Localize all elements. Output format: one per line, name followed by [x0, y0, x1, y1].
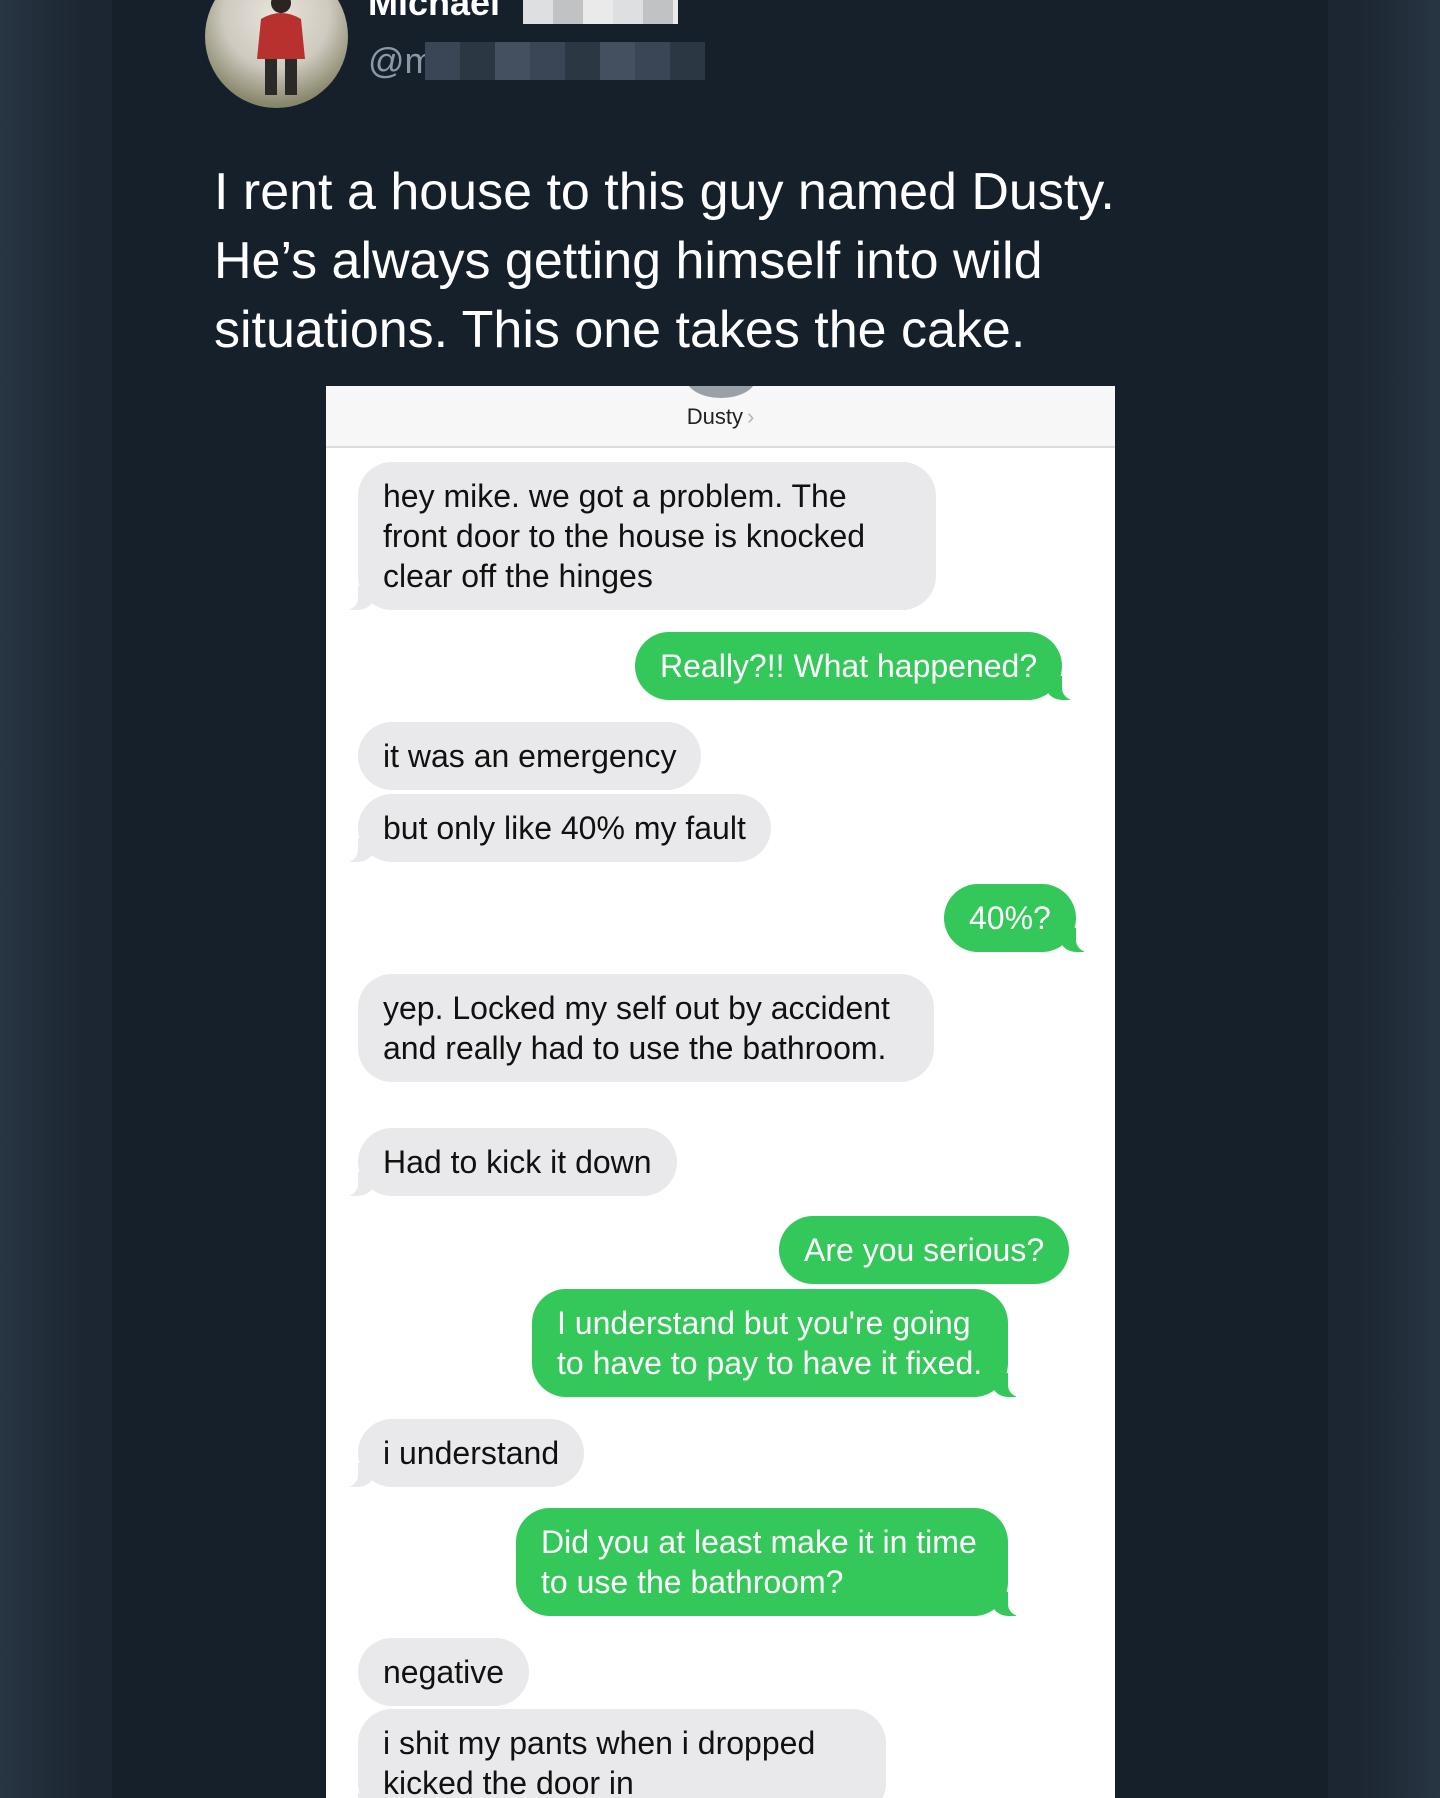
message-bubble-outgoing: Did you at least make it in time to use … — [516, 1508, 1028, 1616]
author-name[interactable]: Michael — [368, 0, 500, 24]
contact-name-row[interactable]: Dusty › — [326, 404, 1115, 430]
message-screenshot[interactable]: Dusty › hey mike. we got a problem. The f… — [326, 386, 1115, 1798]
message-bubble-incoming: it was an emergency — [358, 722, 702, 790]
message-bubble-incoming: yep. Locked my self out by accident and … — [358, 974, 934, 1082]
tweet-text: I rent a house to this guy named Dusty. … — [214, 163, 1115, 359]
conversation-header: Dusty › — [326, 386, 1115, 448]
person-icon — [257, 0, 305, 95]
message-bubble-incoming: hey mike. we got a problem. The front do… — [338, 462, 936, 610]
author-handle-redaction — [425, 42, 705, 80]
message-bubble-outgoing: Are you serious? — [779, 1216, 1070, 1284]
message-bubble-incoming: but only like 40% my fault — [338, 794, 771, 862]
chevron-right-icon: › — [746, 404, 755, 429]
message-bubble-incoming: i shit my pants when i dropped kicked th… — [338, 1709, 886, 1798]
contact-avatar — [686, 386, 756, 398]
contact-name: Dusty — [686, 404, 743, 429]
message-bubble-outgoing: I understand but you're going to have to… — [532, 1289, 1028, 1397]
message-bubble-incoming: i understand — [337, 1419, 585, 1487]
message-bubble-incoming: negative — [358, 1638, 529, 1706]
message-bubble-outgoing: 40%? — [944, 884, 1096, 952]
message-bubble-outgoing: Really?!! What happened? — [635, 632, 1083, 700]
author-name-redaction — [523, 0, 678, 24]
message-bubble-incoming: Had to kick it down — [338, 1128, 677, 1196]
